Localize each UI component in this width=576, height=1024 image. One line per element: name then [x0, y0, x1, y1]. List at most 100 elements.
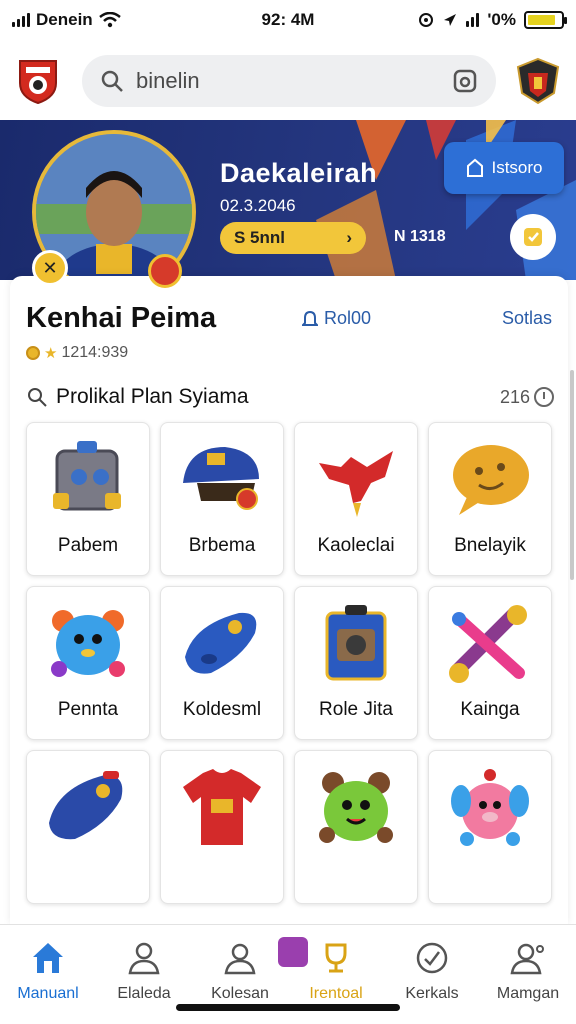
- chevron-right-icon: ›: [346, 228, 352, 247]
- club-badge-icon[interactable]: [16, 57, 60, 105]
- nav-item-user[interactable]: Mamgan: [480, 925, 576, 1024]
- profile-stat: N 1318: [394, 228, 446, 245]
- filter-count-text: 216: [499, 386, 530, 407]
- badge-button[interactable]: [510, 214, 556, 260]
- section-subtitle-text: 1214:939: [61, 344, 129, 361]
- badge-icon: [524, 228, 542, 246]
- status-left: Denein: [12, 10, 212, 30]
- nav-item-home[interactable]: Manuanl: [0, 925, 96, 1024]
- green-bear-icon: [319, 772, 393, 843]
- cap-icon: [183, 447, 259, 510]
- nav-label: Irentoal: [309, 985, 363, 1002]
- collection-panel: Kenhai Peima ★ 1214:939 Rol00 Sotlas Pro…: [10, 276, 568, 926]
- section-count[interactable]: Rol00: [302, 308, 371, 329]
- trophy-icon: [325, 943, 347, 973]
- cross-toy-icon: [449, 605, 527, 683]
- wifi-icon: [98, 12, 121, 28]
- status-bar: Denein 92: 4M '0%: [0, 0, 576, 40]
- item-tile[interactable]: Pennta: [26, 586, 150, 740]
- status-time: 92: 4M: [261, 10, 315, 29]
- store-icon: [467, 158, 484, 177]
- section-link[interactable]: Sotlas: [502, 308, 552, 329]
- store-button[interactable]: Istsoro: [444, 142, 564, 194]
- team-crest-icon[interactable]: [516, 57, 560, 105]
- chat-bubble-icon: [453, 445, 529, 515]
- item-tile[interactable]: Kainga: [428, 586, 552, 740]
- check-circle-icon: [416, 942, 448, 974]
- store-button-label: Istsoro: [491, 158, 543, 177]
- search-bar[interactable]: binelin: [82, 55, 496, 107]
- nav-label: Kerkals: [405, 985, 459, 1002]
- carrier-name: Denein: [36, 10, 93, 29]
- location-icon: [419, 13, 434, 27]
- filter-row[interactable]: Prolikal Plan Syiama 216: [26, 384, 554, 410]
- section-subtitle: ★ 1214:939: [26, 344, 128, 362]
- group-icon: [224, 943, 256, 975]
- navigation-arrow-icon: [444, 14, 457, 26]
- item-label: Kainga: [460, 699, 520, 720]
- blue-case-icon: [325, 605, 387, 681]
- item-label: Brbema: [188, 535, 256, 556]
- search-input[interactable]: binelin: [136, 68, 440, 94]
- signal-icon: [12, 13, 30, 27]
- clock-icon: [534, 387, 554, 407]
- item-label: Pabem: [57, 535, 119, 556]
- filter-count: 216: [500, 387, 554, 408]
- item-tile[interactable]: Pabem: [26, 422, 150, 576]
- user-icon: [510, 943, 544, 975]
- item-label: Koldesml: [182, 699, 262, 720]
- scan-icon[interactable]: [452, 68, 478, 94]
- scrollbar[interactable]: [570, 370, 574, 580]
- item-tile[interactable]: [26, 750, 150, 904]
- status-right: '0%: [364, 10, 567, 30]
- blue-controller-icon: [49, 771, 123, 840]
- nav-label: Manuanl: [17, 985, 79, 1002]
- item-label: Role Jita: [319, 699, 393, 720]
- ball-badge-icon[interactable]: [148, 254, 182, 288]
- top-bar: binelin: [0, 44, 576, 118]
- section-title: Kenhai Peima: [26, 302, 217, 334]
- star-icon: ★: [44, 345, 58, 362]
- pink-creature-icon: [451, 769, 529, 846]
- home-indicator[interactable]: [176, 1004, 400, 1011]
- home-icon: [33, 943, 63, 973]
- profile-name: Daekaleirah: [220, 158, 378, 188]
- toy-box-icon: [53, 441, 121, 511]
- tools-badge-icon[interactable]: ✕: [32, 250, 68, 286]
- battery-percent: '0%: [487, 10, 516, 29]
- bell-icon: [302, 310, 318, 326]
- red-dragon-icon: [319, 451, 393, 517]
- coin-icon: [26, 346, 40, 360]
- cell-signal-icon: [466, 13, 480, 27]
- item-tile[interactable]: [294, 750, 418, 904]
- coin-pill[interactable]: S 5nnl ›: [220, 222, 366, 254]
- people-icon: [128, 942, 160, 975]
- item-tile[interactable]: Koldesml: [160, 586, 284, 740]
- filter-title: Prolikal Plan Syiama: [56, 385, 249, 408]
- notification-badge-icon: [278, 937, 308, 967]
- item-tile[interactable]: Bnelayik: [428, 422, 552, 576]
- item-tile[interactable]: [160, 750, 284, 904]
- item-tile[interactable]: Kaoleclai: [294, 422, 418, 576]
- battery-fill: [528, 15, 556, 25]
- item-label: Pennta: [57, 699, 119, 720]
- item-label: Bnelayik: [454, 535, 526, 556]
- item-grid: Pabem Brbema Kaoleclai Bnelayik Pennta K…: [26, 422, 554, 904]
- item-tile[interactable]: [428, 750, 552, 904]
- nav-label: Kolesan: [211, 985, 269, 1002]
- profile-date: 02.3.2046: [220, 196, 296, 215]
- coin-pill-text: S 5nnl: [234, 228, 286, 247]
- item-tile[interactable]: Brbema: [160, 422, 284, 576]
- jersey-icon: [183, 769, 261, 845]
- search-icon: [101, 70, 123, 92]
- nav-label: Mamgan: [496, 985, 560, 1002]
- blue-whistle-icon: [185, 612, 257, 674]
- battery-icon: [524, 11, 567, 29]
- nav-label: Elaleda: [117, 985, 171, 1002]
- search-icon: [28, 388, 47, 407]
- item-tile[interactable]: Role Jita: [294, 586, 418, 740]
- section-count-text: Rol00: [324, 308, 372, 328]
- profile-banner: Daekaleirah 02.3.2046 S 5nnl › N 1318 Is…: [0, 120, 576, 280]
- item-label: Kaoleclai: [317, 535, 395, 556]
- blue-creature-icon: [51, 610, 125, 677]
